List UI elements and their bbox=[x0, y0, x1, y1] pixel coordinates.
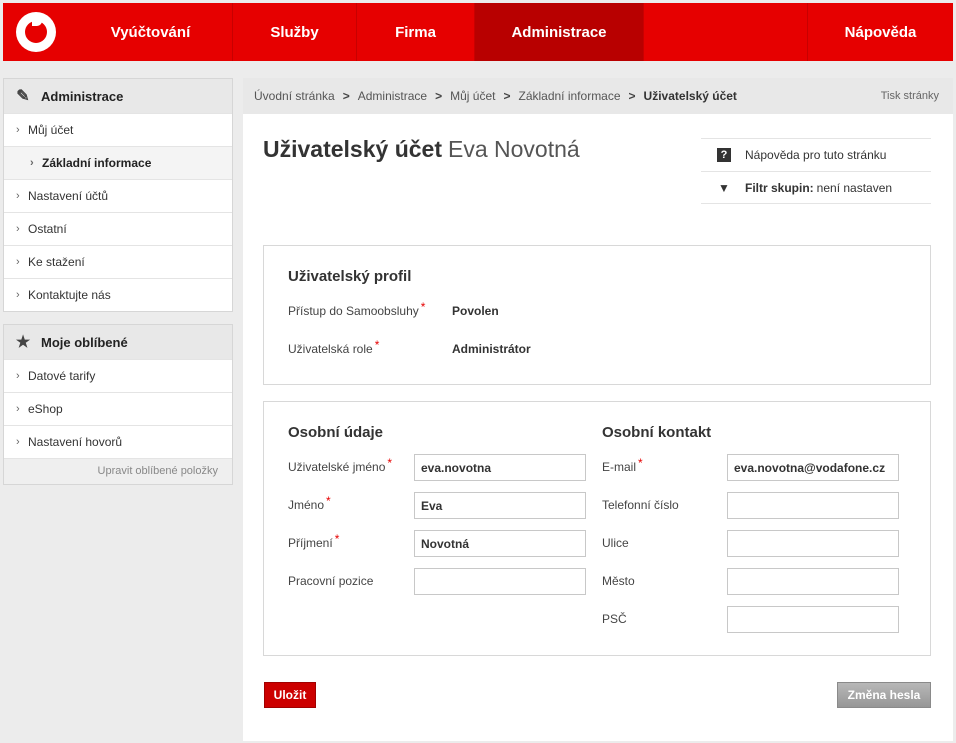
username-input[interactable] bbox=[414, 454, 586, 481]
sidebar-favorites: ★ Moje oblíbené › Datové tarify › eShop › N… bbox=[3, 324, 233, 485]
print-page-link[interactable]: Tisk stránky bbox=[881, 90, 939, 102]
required-mark: * bbox=[374, 338, 380, 352]
sidebar-item-ke-stazeni[interactable]: › Ke stažení bbox=[4, 245, 232, 278]
breadcrumb-zakladni-informace[interactable]: Základní informace bbox=[518, 89, 620, 103]
email-label: E-mail bbox=[602, 460, 637, 474]
filter-icon: ▼ bbox=[718, 180, 730, 195]
street-label: Ulice bbox=[602, 536, 629, 550]
edit-favorites-link[interactable]: Upravit oblíbené položky bbox=[4, 458, 232, 484]
vodafone-logo[interactable] bbox=[3, 3, 69, 61]
chevron-right-icon: › bbox=[16, 256, 20, 268]
chevron-right-icon: › bbox=[16, 370, 20, 382]
chevron-right-icon: › bbox=[16, 124, 20, 136]
change-password-button[interactable]: Změna hesla bbox=[837, 682, 931, 708]
breadcrumb-separator: > bbox=[503, 89, 511, 103]
chevron-right-icon: › bbox=[16, 190, 20, 202]
zip-label: PSČ bbox=[602, 612, 627, 626]
city-input[interactable] bbox=[727, 568, 899, 595]
role-value: Administrátor bbox=[452, 342, 531, 356]
sidebar-item-zakladni-informace[interactable]: › Základní informace bbox=[4, 146, 232, 179]
access-value: Povolen bbox=[452, 304, 499, 318]
required-mark: * bbox=[334, 532, 340, 546]
logo-icon bbox=[16, 12, 56, 52]
firstname-label: Jméno bbox=[288, 498, 325, 512]
top-navigation: Vyúčtování Služby Firma Administrace Náp… bbox=[3, 3, 953, 61]
personal-title: Osobní údaje bbox=[288, 424, 384, 441]
nav-administrace[interactable]: Administrace bbox=[475, 3, 644, 61]
email-input[interactable] bbox=[727, 454, 899, 481]
breadcrumb: Úvodní stránka > Administrace > Můj účet… bbox=[243, 78, 953, 114]
page-help-link[interactable]: ? Nápověda pro tuto stránku bbox=[701, 138, 931, 171]
page-title: Uživatelský účet Eva Novotná bbox=[263, 136, 580, 162]
nav-firma[interactable]: Firma bbox=[357, 3, 475, 61]
breadcrumb-home[interactable]: Úvodní stránka bbox=[254, 89, 335, 103]
breadcrumb-administrace[interactable]: Administrace bbox=[358, 89, 427, 103]
chevron-right-icon: › bbox=[30, 157, 34, 169]
save-button[interactable]: Uložit bbox=[264, 682, 316, 708]
sidebar-favorites-title: Moje oblíbené bbox=[41, 334, 128, 350]
sidebar-item-nastaveni-hovoru[interactable]: › Nastavení hovorů bbox=[4, 425, 232, 458]
contact-title: Osobní kontakt bbox=[602, 424, 712, 441]
nav-sluzby[interactable]: Služby bbox=[233, 3, 357, 61]
sidebar-item-ostatni[interactable]: › Ostatní bbox=[4, 212, 232, 245]
required-mark: * bbox=[326, 494, 331, 508]
required-mark: * bbox=[387, 456, 393, 470]
position-input[interactable] bbox=[414, 568, 586, 595]
nav-vyuctovani[interactable]: Vyúčtování bbox=[69, 3, 233, 61]
phone-input[interactable] bbox=[727, 492, 899, 519]
required-mark: * bbox=[638, 456, 643, 470]
sidebar-item-kontaktujte-nas[interactable]: › Kontaktujte nás bbox=[4, 278, 232, 311]
city-label: Město bbox=[602, 574, 635, 588]
edit-icon: ✎ bbox=[16, 88, 30, 105]
sidebar-item-muj-ucet[interactable]: › Můj účet bbox=[4, 113, 232, 146]
chevron-right-icon: › bbox=[16, 436, 20, 448]
username-label: Uživatelské jméno bbox=[288, 460, 386, 474]
required-mark: * bbox=[420, 300, 426, 314]
breadcrumb-separator: > bbox=[628, 89, 636, 103]
breadcrumb-separator: > bbox=[435, 89, 443, 103]
help-icon: ? bbox=[717, 148, 731, 162]
chevron-right-icon: › bbox=[16, 223, 20, 235]
chevron-right-icon: › bbox=[16, 289, 20, 301]
lastname-input[interactable] bbox=[414, 530, 586, 557]
breadcrumb-muj-ucet[interactable]: Můj účet bbox=[450, 89, 495, 103]
help-box: ? Nápověda pro tuto stránku ▼ Filtr skup… bbox=[701, 138, 931, 204]
nav-napoveda[interactable]: Nápověda bbox=[807, 3, 953, 61]
group-filter-link[interactable]: ▼ Filtr skupin: není nastaven bbox=[701, 171, 931, 204]
sidebar-admin-header: ✎ Administrace bbox=[4, 79, 232, 113]
profile-title: Uživatelský profil bbox=[288, 268, 412, 285]
user-profile-card: Uživatelský profil Přístup do Samoobsluh… bbox=[263, 245, 931, 385]
sidebar-admin-title: Administrace bbox=[41, 88, 124, 104]
firstname-input[interactable] bbox=[414, 492, 586, 519]
sidebar-admin: ✎ Administrace › Můj účet › Základní infor… bbox=[3, 78, 233, 312]
street-input[interactable] bbox=[727, 530, 899, 557]
user-name: Eva Novotná bbox=[447, 136, 580, 162]
sidebar-item-nastaveni-uctu[interactable]: › Nastavení účtů bbox=[4, 179, 232, 212]
star-icon: ★ bbox=[15, 334, 31, 351]
zip-input[interactable] bbox=[727, 606, 899, 633]
main-content: Uživatelský účet Eva Novotná ? Nápověda p… bbox=[243, 114, 953, 741]
personal-details-card: Osobní údaje Osobní kontakt Uživatelské … bbox=[263, 401, 931, 656]
breadcrumb-separator: > bbox=[342, 89, 350, 103]
role-label: Uživatelská role bbox=[288, 342, 373, 356]
position-label: Pracovní pozice bbox=[288, 574, 374, 588]
access-label: Přístup do Samoobsluhy bbox=[288, 304, 419, 318]
sidebar-favorites-header: ★ Moje oblíbené bbox=[4, 325, 232, 359]
sidebar-item-datove-tarify[interactable]: › Datové tarify bbox=[4, 359, 232, 392]
phone-label: Telefonní číslo bbox=[602, 498, 679, 512]
lastname-label: Příjmení bbox=[288, 536, 333, 550]
chevron-right-icon: › bbox=[16, 403, 20, 415]
sidebar-item-eshop[interactable]: › eShop bbox=[4, 392, 232, 425]
breadcrumb-current: Uživatelský účet bbox=[643, 89, 737, 103]
